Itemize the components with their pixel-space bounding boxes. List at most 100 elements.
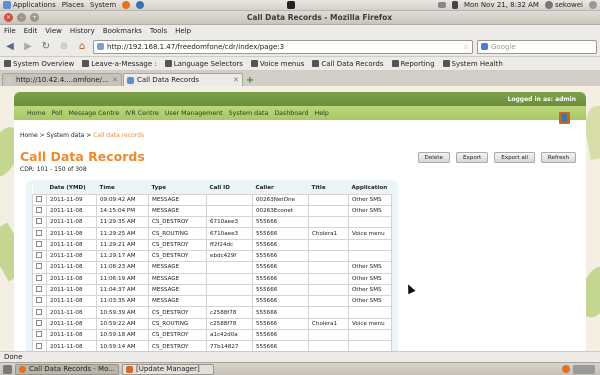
close-icon[interactable]: ✕ [112, 76, 118, 84]
nav-user-management[interactable]: User Management [162, 110, 226, 117]
caller-cell: 00263Econet [252, 204, 309, 218]
row-checkbox[interactable] [36, 195, 42, 202]
volume-indicator[interactable] [449, 1, 461, 9]
window-maximize-button[interactable]: + [30, 13, 39, 22]
help-launcher[interactable] [133, 1, 147, 9]
row-checkbox[interactable] [36, 308, 42, 315]
nav-help[interactable]: Help [312, 110, 332, 117]
export-button[interactable]: Export [455, 152, 489, 163]
nav-dashboard[interactable]: Dashboard [271, 110, 311, 117]
column-header-call-id[interactable]: Call ID [206, 183, 253, 194]
places-menu[interactable]: Places [59, 1, 87, 9]
row-checkbox[interactable] [36, 319, 42, 326]
refresh-button[interactable]: Refresh [540, 152, 576, 163]
url-bar[interactable]: http://192.168.1.47/freedomfone/cdr/inde… [93, 39, 473, 54]
row-checkbox[interactable] [36, 218, 42, 225]
row-checkbox[interactable] [36, 263, 42, 270]
export-all-button[interactable]: Export all [494, 152, 535, 163]
row-checkbox[interactable] [36, 297, 42, 304]
nav-poll[interactable]: Poll [49, 110, 66, 117]
shutdown-button[interactable] [586, 1, 600, 9]
applications-menu[interactable]: Applications [0, 1, 59, 9]
column-header-time[interactable]: Time [96, 183, 149, 194]
column-header-application[interactable]: Application [348, 183, 392, 194]
row-checkbox[interactable] [36, 331, 42, 338]
breadcrumb-system-data[interactable]: System data [47, 132, 85, 139]
delete-button[interactable]: Delete [417, 152, 450, 163]
reload-icon[interactable]: ↻ [39, 40, 53, 54]
clock-text: Mon Nov 21, 8:32 AM [463, 1, 539, 9]
menu-edit[interactable]: Edit [20, 27, 42, 35]
user-menu[interactable]: sekowei [542, 1, 586, 9]
column-header-type[interactable]: Type [148, 183, 207, 194]
task-update-manager[interactable]: [Update Manager] [122, 363, 214, 375]
task-firefox[interactable]: Call Data Records - Mo... [15, 363, 119, 375]
table-row[interactable]: 2011-11-08 10:59:18 AM CS_DESTROY a1c42d0a 5… [32, 329, 392, 342]
bookmark-leave-a-message[interactable]: Leave-a-Message : [78, 60, 160, 68]
firefox-tray-icon[interactable] [562, 365, 570, 373]
row-checkbox[interactable] [36, 286, 42, 293]
table-row[interactable]: 2011-11-08 14:15:04 PM MESSAGE 00263Econet O… [32, 204, 392, 218]
table-row[interactable]: 2011-11-08 11:08:23 AM MESSAGE 555666 Other … [32, 261, 392, 274]
home-icon[interactable]: ⌂ [75, 40, 89, 54]
row-checkbox[interactable] [36, 229, 42, 236]
table-row[interactable]: 2011-11-08 11:29:21 AM CS_DESTROY ff2f24dc 5… [32, 238, 392, 251]
tab-call-data-records[interactable]: Call Data Records ✕ [123, 73, 243, 86]
back-icon[interactable]: ◀ [3, 40, 17, 54]
nav-ivr-centre[interactable]: IVR Centre [122, 110, 162, 117]
column-header-date[interactable]: Date (YMD) [46, 183, 97, 194]
new-tab-button[interactable]: + [244, 74, 256, 86]
menu-view[interactable]: View [41, 27, 66, 35]
menu-bookmarks[interactable]: Bookmarks [99, 27, 146, 35]
forward-icon[interactable]: ▶ [21, 40, 35, 54]
bookmark-call-data-records[interactable]: Call Data Records [308, 60, 387, 68]
system-menu[interactable]: System [87, 1, 119, 9]
window-minimize-button[interactable]: – [17, 13, 26, 22]
bookmark-language-selectors[interactable]: Language Selectors [161, 60, 247, 68]
search-input[interactable]: Google [477, 39, 597, 54]
table-row[interactable]: 2011-11-08 11:29:35 AM CS_DESTROY 6710aee3 5… [32, 216, 392, 229]
menu-history[interactable]: History [66, 27, 99, 35]
table-row[interactable]: 2011-11-08 11:29:25 AM CS_ROUTING 6710aee3 5… [32, 227, 392, 240]
menu-tools[interactable]: Tools [146, 27, 171, 35]
clock[interactable]: Mon Nov 21, 8:32 AM [461, 1, 542, 9]
table-row[interactable]: 2011-11-08 11:29:17 AM CS_DESTROY ebdc429f 5… [32, 249, 392, 263]
mail-indicator[interactable] [435, 2, 449, 8]
menu-help[interactable]: Help [171, 27, 195, 35]
bookmark-voice-menus[interactable]: Voice menus [247, 60, 309, 68]
row-checkbox[interactable] [36, 206, 42, 213]
row-checkbox[interactable] [36, 342, 42, 349]
star-icon[interactable]: ☆ [463, 43, 469, 51]
close-icon[interactable]: ✕ [233, 76, 239, 84]
table-row[interactable]: 2011-11-08 10:59:22 AM CS_ROUTING c2588f78 5… [32, 317, 392, 331]
bookmark-reporting[interactable]: Reporting [388, 60, 439, 68]
show-desktop-icon[interactable] [3, 364, 12, 374]
table-row[interactable]: 2011-11-08 10:59:14 AM CS_DESTROY 77b14827 5… [32, 340, 392, 351]
window-titlebar[interactable]: × – + Call Data Records - Mozilla Firefo… [0, 11, 600, 25]
terminal-launcher[interactable] [284, 1, 298, 9]
caller-cell: 555666 [252, 317, 309, 331]
workspace-switcher[interactable] [573, 364, 595, 374]
table-row[interactable]: 2011-11-08 11:06:19 AM MESSAGE 555666 Other … [32, 272, 392, 285]
table-row[interactable]: 2011-11-09 09:09:42 AM MESSAGE 00263NetOne O… [32, 193, 392, 206]
nav-home[interactable]: Home [24, 110, 49, 117]
breadcrumb-home[interactable]: Home [20, 132, 38, 139]
row-checkbox[interactable] [36, 252, 42, 259]
row-checkbox[interactable] [36, 240, 42, 247]
window-close-button[interactable]: × [4, 13, 13, 22]
column-header-title[interactable]: Title [308, 183, 349, 194]
column-header-caller[interactable]: Caller [252, 183, 309, 194]
bookmark-system-overview[interactable]: System Overview [0, 60, 78, 68]
menu-file[interactable]: File [0, 27, 20, 35]
table-row[interactable]: 2011-11-08 11:03:35 AM MESSAGE 555666 Other … [32, 295, 392, 308]
logout-icon[interactable] [559, 112, 570, 124]
tab-edit[interactable]: http://10.42.4....omfone/_edit/ ✕ [2, 73, 122, 86]
firefox-launcher[interactable] [119, 1, 133, 9]
stop-icon[interactable]: ⊗ [57, 40, 71, 54]
table-row[interactable]: 2011-11-08 11:04:37 AM MESSAGE 555666 Other … [32, 283, 392, 297]
table-row[interactable]: 2011-11-08 10:59:39 AM CS_DESTROY c2588f78 5… [32, 306, 392, 319]
nav-message-centre[interactable]: Message Centre [66, 110, 123, 117]
row-checkbox[interactable] [36, 274, 42, 281]
nav-system-data[interactable]: System data [226, 110, 272, 117]
bookmark-system-health[interactable]: System Health [439, 60, 507, 68]
